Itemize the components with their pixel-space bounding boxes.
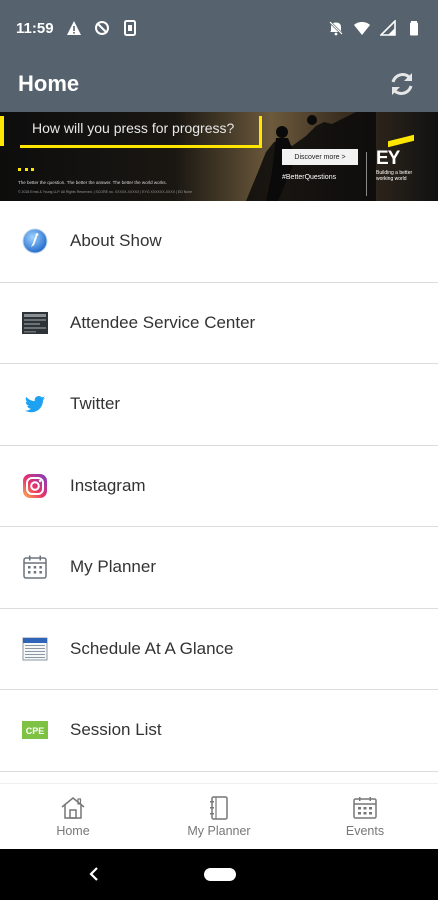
- twitter-icon: [22, 391, 48, 417]
- menu-item-session-list[interactable]: CPE Session List: [0, 690, 438, 772]
- status-time: 11:59: [16, 19, 54, 37]
- banner-fine-print: © 2018 Ernst & Young LLP. All Rights Res…: [18, 190, 193, 194]
- calendar-grid-icon: [22, 554, 48, 580]
- nav-label: Events: [345, 823, 385, 838]
- cpe-badge-icon: CPE: [22, 717, 48, 743]
- menu-item-label: Twitter: [70, 394, 121, 414]
- menu-item-about-show[interactable]: About Show: [0, 201, 438, 283]
- refresh-button[interactable]: [384, 66, 420, 102]
- nav-events[interactable]: Events: [292, 784, 438, 849]
- service-center-icon: [22, 310, 48, 336]
- app-bar: Home: [0, 56, 438, 112]
- no-sync-icon: [94, 21, 109, 35]
- nav-label: My Planner: [187, 823, 251, 838]
- menu-item-attendee-service-center[interactable]: Attendee Service Center: [0, 283, 438, 364]
- back-icon[interactable]: [86, 865, 102, 883]
- battery-icon: [410, 21, 418, 36]
- bottom-nav: Home My Planner Events: [0, 783, 438, 849]
- banner-dots: [18, 168, 34, 171]
- banner-hashtag: #BetterQuestions: [282, 174, 337, 181]
- discover-more-button[interactable]: Discover more >: [282, 149, 358, 165]
- schedule-icon: [22, 636, 48, 662]
- nav-my-planner[interactable]: My Planner: [146, 784, 292, 849]
- menu-item-label: About Show: [70, 231, 162, 251]
- instagram-icon: [22, 473, 48, 499]
- sim-icon: [123, 20, 136, 36]
- home-icon: [61, 796, 85, 819]
- info-globe-icon: [22, 228, 48, 254]
- menu-item-label: Session List: [70, 720, 162, 740]
- calendar-icon: [353, 796, 377, 819]
- nav-home[interactable]: Home: [0, 784, 146, 849]
- banner-accent-bar: [0, 116, 4, 146]
- menu-item-my-planner[interactable]: My Planner: [0, 527, 438, 609]
- menu-item-label: Attendee Service Center: [70, 312, 256, 332]
- banner-question: How will you press for progress?: [32, 120, 235, 136]
- banner-tagline: The better the question. The better the …: [18, 180, 167, 185]
- ey-logo-beam: [388, 134, 414, 148]
- page-title: Home: [18, 71, 80, 96]
- wifi-icon: [354, 22, 370, 35]
- mute-icon: [329, 21, 343, 36]
- menu-item-label: Instagram: [70, 475, 146, 495]
- home-menu: About Show Attendee Service Center Twitt…: [0, 201, 438, 772]
- cpe-badge-text: CPE: [26, 726, 45, 736]
- menu-item-label: Schedule At A Glance: [70, 638, 234, 658]
- menu-item-label: My Planner: [70, 557, 156, 577]
- home-gesture-pill[interactable]: [204, 868, 236, 881]
- refresh-icon: [391, 73, 413, 95]
- menu-item-schedule-at-a-glance[interactable]: Schedule At A Glance: [0, 609, 438, 690]
- notebook-icon: [210, 795, 228, 820]
- ey-tagline: Building a better working world: [376, 170, 413, 182]
- menu-item-instagram[interactable]: Instagram: [0, 446, 438, 527]
- banner-divider: [366, 152, 367, 196]
- ey-logo: EY: [376, 148, 400, 169]
- nav-label: Home: [56, 823, 90, 838]
- menu-item-twitter[interactable]: Twitter: [0, 364, 438, 446]
- warning-icon: [66, 21, 81, 35]
- ad-banner[interactable]: How will you press for progress? The bet…: [0, 112, 438, 201]
- status-bar: 11:59: [0, 0, 438, 56]
- system-nav-bar: [0, 849, 438, 900]
- signal-icon: [380, 20, 396, 36]
